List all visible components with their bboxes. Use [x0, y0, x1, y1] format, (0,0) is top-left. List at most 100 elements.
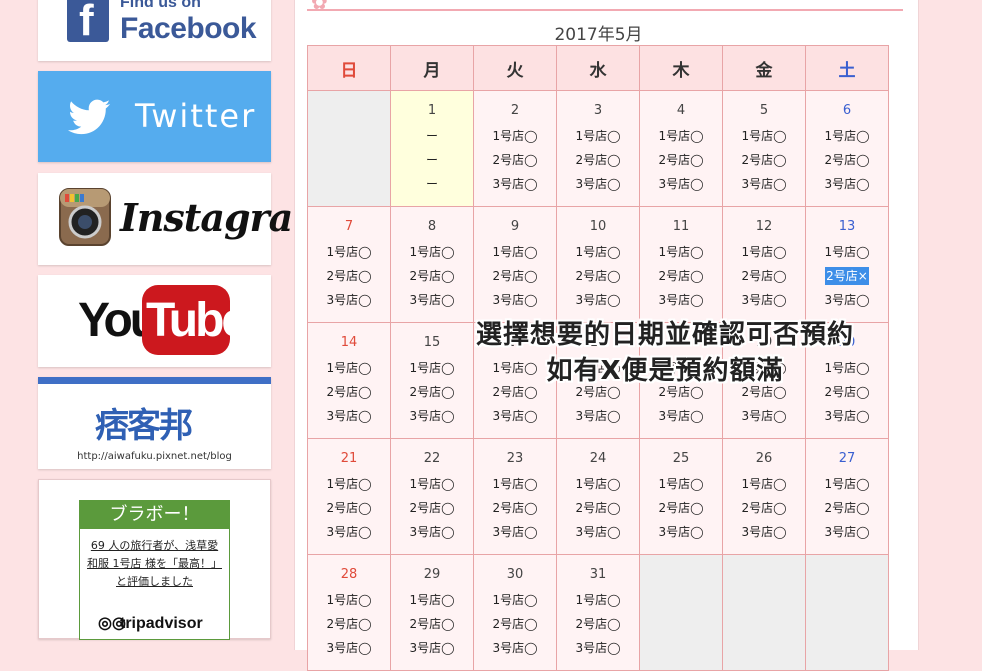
store-availability[interactable]: 3号店◯	[557, 291, 639, 315]
store-availability[interactable]: 1号店◯	[474, 243, 556, 267]
store-availability[interactable]: 2号店◯	[474, 499, 556, 523]
store-availability[interactable]: 3号店◯	[557, 407, 639, 431]
calendar-day-cell[interactable]: 26 1号店◯ 2号店◯ 3号店◯	[722, 438, 806, 555]
store-availability[interactable]: 3号店◯	[474, 175, 556, 199]
calendar-day-cell[interactable]: 22 1号店◯ 2号店◯ 3号店◯	[390, 438, 474, 555]
store-availability[interactable]: 3号店◯	[723, 291, 805, 315]
calendar-day-cell[interactable]: 1 ーーー	[390, 90, 474, 207]
store-availability[interactable]: 1号店◯	[806, 127, 888, 151]
store-availability[interactable]: 2号店◯	[723, 499, 805, 523]
store-availability[interactable]: 2号店◯	[474, 151, 556, 175]
store-availability[interactable]: 3号店◯	[474, 639, 556, 663]
store-availability[interactable]: 1号店◯	[640, 127, 722, 151]
store-availability[interactable]: 3号店◯	[557, 523, 639, 547]
store-availability[interactable]: 3号店◯	[640, 407, 722, 431]
store-availability[interactable]: 3号店◯	[723, 523, 805, 547]
calendar-day-cell[interactable]: 6 1号店◯ 2号店◯ 3号店◯	[805, 90, 889, 207]
youtube-link[interactable]: You Tube	[38, 275, 271, 367]
calendar-day-cell[interactable]: 14 1号店◯ 2号店◯ 3号店◯	[307, 322, 391, 439]
calendar-day-cell[interactable]: 9 1号店◯ 2号店◯ 3号店◯	[473, 206, 557, 323]
store-availability[interactable]: 1号店◯	[557, 127, 639, 151]
store-availability[interactable]: 2号店◯	[308, 499, 390, 523]
store-availability[interactable]: 2号店◯	[308, 267, 390, 291]
store-availability[interactable]: 2号店◯	[806, 151, 888, 175]
store-availability[interactable]: 2号店◯	[557, 267, 639, 291]
twitter-link[interactable]: Twitter	[38, 71, 271, 162]
store-availability[interactable]: 3号店◯	[640, 175, 722, 199]
store-availability[interactable]: 2号店◯	[557, 615, 639, 639]
store-availability[interactable]: 2号店◯	[640, 151, 722, 175]
store-availability[interactable]: 1号店◯	[308, 475, 390, 499]
store-availability[interactable]: 1号店◯	[640, 475, 722, 499]
store-availability[interactable]: 1号店◯	[474, 591, 556, 615]
store-availability[interactable]: 1号店◯	[474, 475, 556, 499]
store-availability[interactable]: 1号店◯	[806, 243, 888, 267]
store-availability[interactable]: 1号店◯	[391, 475, 473, 499]
store-availability[interactable]: 2号店◯	[723, 151, 805, 175]
store-availability[interactable]: 1号店◯	[557, 243, 639, 267]
store-availability[interactable]: 3号店◯	[806, 291, 888, 315]
store-availability[interactable]: 3号店◯	[806, 523, 888, 547]
calendar-day-cell[interactable]: 21 1号店◯ 2号店◯ 3号店◯	[307, 438, 391, 555]
store-availability[interactable]: 3号店◯	[474, 407, 556, 431]
store-availability[interactable]: 3号店◯	[391, 523, 473, 547]
calendar-day-cell[interactable]: 13 1号店◯ 2号店× 3号店◯	[805, 206, 889, 323]
store-availability[interactable]: 2号店◯	[474, 615, 556, 639]
store-availability[interactable]: 1号店◯	[308, 359, 390, 383]
store-availability[interactable]: 3号店◯	[308, 523, 390, 547]
calendar-day-cell[interactable]: 5 1号店◯ 2号店◯ 3号店◯	[722, 90, 806, 207]
store-availability[interactable]: 2号店◯	[557, 151, 639, 175]
store-availability[interactable]: 1号店◯	[557, 591, 639, 615]
store-availability[interactable]: 1号店◯	[391, 243, 473, 267]
instagram-link[interactable]: Instagram	[38, 173, 332, 265]
store-availability[interactable]: 3号店◯	[391, 639, 473, 663]
store-availability[interactable]: 3号店◯	[308, 291, 390, 315]
calendar-day-cell[interactable]: 28 1号店◯ 2号店◯ 3号店◯	[307, 554, 391, 671]
calendar-day-cell[interactable]: 12 1号店◯ 2号店◯ 3号店◯	[722, 206, 806, 323]
store-availability[interactable]: 3号店◯	[723, 407, 805, 431]
pixnet-blog-link[interactable]: 痞客邦 http://aiwafuku.pixnet.net/blog	[38, 377, 271, 469]
store-availability[interactable]: 3号店◯	[308, 639, 390, 663]
store-availability[interactable]: 1号店◯	[723, 127, 805, 151]
store-availability[interactable]: 2号店◯	[391, 499, 473, 523]
calendar-day-cell[interactable]: 27 1号店◯ 2号店◯ 3号店◯	[805, 438, 889, 555]
store-availability[interactable]: 3号店◯	[474, 291, 556, 315]
store-availability[interactable]: 3号店◯	[640, 291, 722, 315]
calendar-day-cell[interactable]: 7 1号店◯ 2号店◯ 3号店◯	[307, 206, 391, 323]
calendar-day-cell[interactable]: 31 1号店◯ 2号店◯ 3号店◯	[556, 554, 640, 671]
store-availability[interactable]: 1号店◯	[723, 243, 805, 267]
store-availability[interactable]: 3号店◯	[640, 523, 722, 547]
store-availability[interactable]: 1号店◯	[391, 591, 473, 615]
store-availability[interactable]: 2号店◯	[391, 267, 473, 291]
store-availability[interactable]: 1号店◯	[308, 591, 390, 615]
store-availability[interactable]: 2号店◯	[308, 615, 390, 639]
store-availability[interactable]: 3号店◯	[806, 175, 888, 199]
store-availability[interactable]: 3号店◯	[723, 175, 805, 199]
store-availability[interactable]: 2号店◯	[557, 499, 639, 523]
tripadvisor-badge[interactable]: ブラボー！ 69 人の旅行者が、浅草愛和服 1号店 様を「最高！」と評価しました…	[79, 500, 230, 640]
store-availability[interactable]: 3号店◯	[474, 523, 556, 547]
tripadvisor-review-link[interactable]: 69 人の旅行者が、浅草愛和服 1号店 様を「最高！」と評価しました	[80, 529, 229, 591]
store-availability[interactable]: 1号店◯	[474, 127, 556, 151]
store-availability[interactable]: ー	[391, 127, 473, 151]
store-availability[interactable]: 3号店◯	[391, 407, 473, 431]
calendar-day-cell[interactable]: 11 1号店◯ 2号店◯ 3号店◯	[639, 206, 723, 323]
calendar-day-cell[interactable]: 25 1号店◯ 2号店◯ 3号店◯	[639, 438, 723, 555]
calendar-day-cell[interactable]: 24 1号店◯ 2号店◯ 3号店◯	[556, 438, 640, 555]
store-availability[interactable]: 2号店◯	[640, 267, 722, 291]
store-availability[interactable]: 2号店◯	[308, 383, 390, 407]
store-availability[interactable]: 2号店◯	[640, 499, 722, 523]
facebook-link[interactable]: f Find us on Facebook	[38, 0, 271, 61]
store-availability[interactable]: ー	[391, 175, 473, 199]
store-availability[interactable]: 2号店◯	[391, 615, 473, 639]
calendar-day-cell[interactable]: 29 1号店◯ 2号店◯ 3号店◯	[390, 554, 474, 671]
store-availability[interactable]: 2号店×	[806, 267, 888, 291]
store-availability[interactable]: 1号店◯	[557, 475, 639, 499]
store-availability[interactable]: 3号店◯	[308, 407, 390, 431]
calendar-day-cell[interactable]: 4 1号店◯ 2号店◯ 3号店◯	[639, 90, 723, 207]
calendar-day-cell[interactable]: 3 1号店◯ 2号店◯ 3号店◯	[556, 90, 640, 207]
store-availability[interactable]: 2号店◯	[474, 267, 556, 291]
calendar-day-cell[interactable]: 23 1号店◯ 2号店◯ 3号店◯	[473, 438, 557, 555]
store-availability[interactable]: 3号店◯	[557, 639, 639, 663]
store-availability[interactable]: 1号店◯	[640, 243, 722, 267]
